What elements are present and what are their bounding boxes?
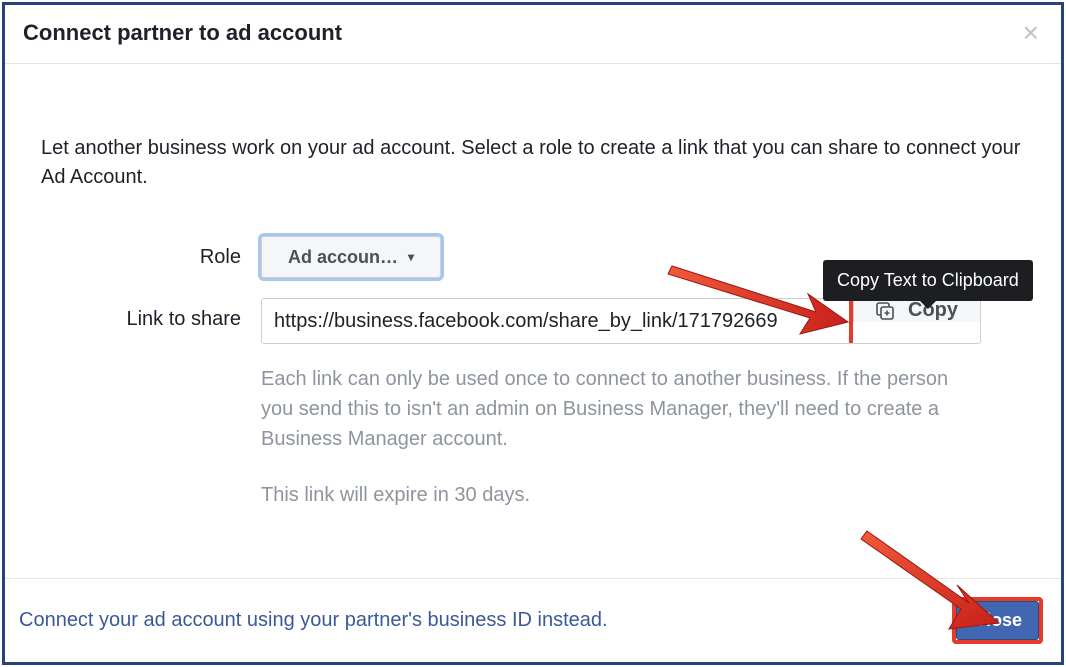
role-select[interactable]: Ad accoun… ▾ bbox=[261, 236, 441, 278]
role-select-value: Ad accoun… bbox=[288, 247, 398, 268]
link-field-wrap: https://business.facebook.com/share_by_l… bbox=[261, 298, 981, 507]
expire-text: This link will expire in 30 days. bbox=[261, 484, 981, 507]
close-button[interactable]: Close bbox=[956, 601, 1039, 640]
intro-text: Let another business work on your ad acc… bbox=[41, 134, 1025, 192]
dialog-body: Let another business work on your ad acc… bbox=[5, 64, 1061, 578]
copy-tooltip: Copy Text to Clipboard bbox=[823, 260, 1033, 301]
role-label: Role bbox=[41, 246, 261, 269]
close-button-highlight: Close bbox=[952, 597, 1043, 644]
copy-icon bbox=[876, 302, 894, 320]
link-input[interactable]: https://business.facebook.com/share_by_l… bbox=[262, 299, 853, 343]
copy-button[interactable]: Copy bbox=[853, 299, 980, 322]
dialog-footer: Connect your ad account using your partn… bbox=[5, 578, 1061, 662]
dialog-header: Connect partner to ad account × bbox=[5, 5, 1061, 64]
close-icon[interactable]: × bbox=[1019, 19, 1043, 47]
link-row: Link to share https://business.facebook.… bbox=[41, 298, 1025, 507]
dialog-title: Connect partner to ad account bbox=[23, 20, 342, 46]
alt-link[interactable]: Connect your ad account using your partn… bbox=[19, 609, 608, 632]
link-label: Link to share bbox=[41, 298, 261, 331]
help-text: Each link can only be used once to conne… bbox=[261, 364, 981, 454]
copy-button-highlight: Copy bbox=[849, 298, 981, 344]
link-field: https://business.facebook.com/share_by_l… bbox=[261, 298, 981, 344]
chevron-down-icon: ▾ bbox=[408, 250, 414, 264]
connect-partner-dialog: Connect partner to ad account × Let anot… bbox=[2, 2, 1064, 665]
